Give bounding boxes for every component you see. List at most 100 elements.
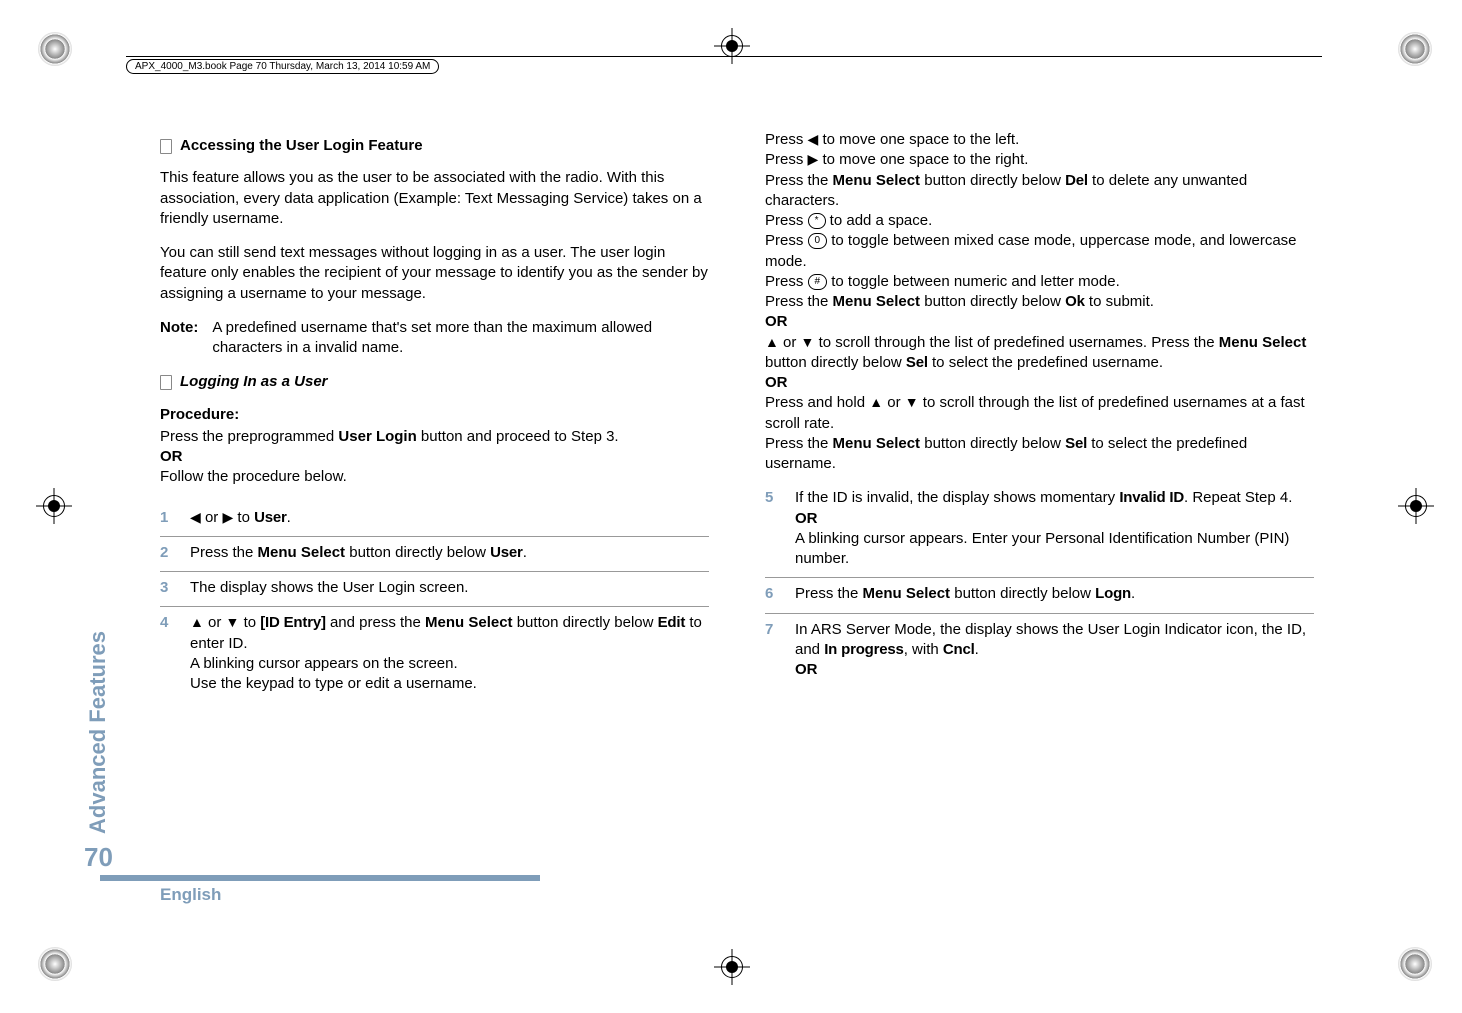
text: Press bbox=[765, 131, 808, 148]
step-1: 1 ◀ or ▶ to User. bbox=[160, 502, 709, 537]
text: A blinking cursor appears on the screen. bbox=[190, 655, 458, 672]
line: Press ▶ to move one space to the right. bbox=[765, 150, 1314, 170]
step-4-continuation: Press ◀ to move one space to the left. P… bbox=[765, 130, 1314, 474]
left-arrow-icon: ◀ bbox=[190, 509, 201, 525]
text: Press the preprogrammed bbox=[160, 428, 338, 445]
step-7: 7 In ARS Server Mode, the display shows … bbox=[765, 614, 1314, 689]
step-number: 2 bbox=[160, 543, 174, 563]
print-mark-bl bbox=[38, 947, 72, 981]
note-label: Note: bbox=[160, 318, 198, 359]
text: or bbox=[883, 394, 905, 411]
footer-language: English bbox=[160, 885, 221, 905]
or-label: OR bbox=[160, 447, 709, 467]
heading-access-user-login: Accessing the User Login Feature bbox=[160, 136, 709, 156]
text: to add a space. bbox=[826, 212, 933, 229]
down-arrow-icon: ▼ bbox=[801, 334, 815, 350]
text: or bbox=[779, 334, 801, 351]
sidebar: Advanced Features 70 bbox=[84, 631, 113, 873]
ui-label: User bbox=[254, 509, 287, 526]
right-arrow-icon: ▶ bbox=[222, 509, 233, 525]
up-arrow-icon: ▲ bbox=[190, 614, 204, 630]
text: Press the bbox=[795, 585, 863, 602]
footer-accent-bar bbox=[100, 875, 540, 881]
page-body: Accessing the User Login Feature This fe… bbox=[160, 130, 1314, 853]
text: . bbox=[523, 544, 527, 561]
intro-para-2: You can still send text messages without… bbox=[160, 243, 709, 304]
doc-icon bbox=[160, 375, 172, 390]
text: button directly below bbox=[920, 435, 1065, 452]
key-star-icon: * bbox=[808, 213, 826, 229]
note-body: A predefined username that's set more th… bbox=[212, 318, 709, 359]
text: button and proceed to Step 3. bbox=[417, 428, 619, 445]
text: . bbox=[287, 509, 291, 526]
bold: Menu Select bbox=[1219, 334, 1307, 351]
line: Press ◀ to move one space to the left. bbox=[765, 130, 1314, 150]
step-body: ▲ or ▼ to [ID Entry] and press the Menu … bbox=[190, 613, 709, 694]
bold: Menu Select bbox=[833, 293, 921, 310]
text: button directly below bbox=[513, 614, 658, 631]
text: Press the bbox=[765, 293, 833, 310]
crop-target-left bbox=[36, 488, 72, 524]
text: button directly below bbox=[950, 585, 1095, 602]
text: or bbox=[204, 614, 226, 631]
text: to move one space to the right. bbox=[818, 151, 1028, 168]
step-number: 1 bbox=[160, 508, 174, 528]
heading-text: Logging In as a User bbox=[180, 372, 328, 392]
line: Press the Menu Select button directly be… bbox=[765, 292, 1314, 312]
ui-label: User bbox=[490, 544, 523, 561]
step-body: ◀ or ▶ to User. bbox=[190, 508, 709, 528]
procedure-intro: Press the preprogrammed User Login butto… bbox=[160, 427, 709, 447]
step-3: 3 The display shows the User Login scree… bbox=[160, 572, 709, 607]
intro-para-1: This feature allows you as the user to b… bbox=[160, 168, 709, 229]
text: button directly below bbox=[920, 293, 1065, 310]
step-6: 6 Press the Menu Select button directly … bbox=[765, 578, 1314, 613]
text: A blinking cursor appears. Enter your Pe… bbox=[795, 530, 1289, 567]
ui-label: Ok bbox=[1065, 293, 1085, 310]
step-number: 5 bbox=[765, 488, 779, 569]
step-body: Press the Menu Select button directly be… bbox=[190, 543, 709, 563]
text: to move one space to the left. bbox=[818, 131, 1019, 148]
key-zero-icon: 0 bbox=[808, 233, 828, 249]
note-block: Note: A predefined username that's set m… bbox=[160, 318, 709, 359]
text: to select the predefined username. bbox=[928, 354, 1163, 371]
ui-label: In progress bbox=[824, 641, 904, 658]
bold: Menu Select bbox=[833, 172, 921, 189]
down-arrow-icon: ▼ bbox=[905, 394, 919, 410]
right-arrow-icon: ▶ bbox=[808, 151, 819, 167]
step-number: 7 bbox=[765, 620, 779, 681]
text: Press and hold bbox=[765, 394, 869, 411]
line: ▲ or ▼ to scroll through the list of pre… bbox=[765, 333, 1314, 374]
doc-icon bbox=[160, 139, 172, 154]
line: Press * to add a space. bbox=[765, 211, 1314, 231]
text: or bbox=[201, 509, 223, 526]
running-header: APX_4000_M3.book Page 70 Thursday, March… bbox=[126, 56, 1322, 76]
step-list-left: 1 ◀ or ▶ to User. 2 Press the Menu Selec… bbox=[160, 502, 709, 703]
step-body: If the ID is invalid, the display shows … bbox=[795, 488, 1314, 569]
line: Press 0 to toggle between mixed case mod… bbox=[765, 231, 1314, 272]
page-number: 70 bbox=[84, 842, 113, 873]
step-list-right: 5 If the ID is invalid, the display show… bbox=[765, 482, 1314, 688]
procedure-intro-2: Follow the procedure below. bbox=[160, 467, 709, 487]
right-column: Press ◀ to move one space to the left. P… bbox=[765, 130, 1314, 853]
step-body: Press the Menu Select button directly be… bbox=[795, 584, 1314, 604]
bold: Menu Select bbox=[258, 544, 346, 561]
bold: Menu Select bbox=[833, 435, 921, 452]
procedure-label: Procedure: bbox=[160, 405, 709, 425]
line: Press and hold ▲ or ▼ to scroll through … bbox=[765, 393, 1314, 434]
ui-label: Cncl bbox=[943, 641, 975, 658]
or-label: OR bbox=[795, 510, 818, 527]
text: Press bbox=[765, 232, 808, 249]
text: and press the bbox=[326, 614, 425, 631]
down-arrow-icon: ▼ bbox=[226, 614, 240, 630]
step-body: In ARS Server Mode, the display shows th… bbox=[795, 620, 1314, 681]
text: to bbox=[239, 614, 260, 631]
bold: Menu Select bbox=[863, 585, 951, 602]
text: to toggle between numeric and letter mod… bbox=[827, 273, 1120, 290]
crop-target-right bbox=[1398, 488, 1434, 524]
text: . bbox=[975, 641, 979, 658]
text: Press the bbox=[190, 544, 258, 561]
sidebar-section-label: Advanced Features bbox=[85, 631, 111, 834]
ui-label: Logn bbox=[1095, 585, 1131, 602]
ui-label: [ID Entry] bbox=[260, 614, 326, 631]
ui-label: Sel bbox=[1065, 435, 1087, 452]
